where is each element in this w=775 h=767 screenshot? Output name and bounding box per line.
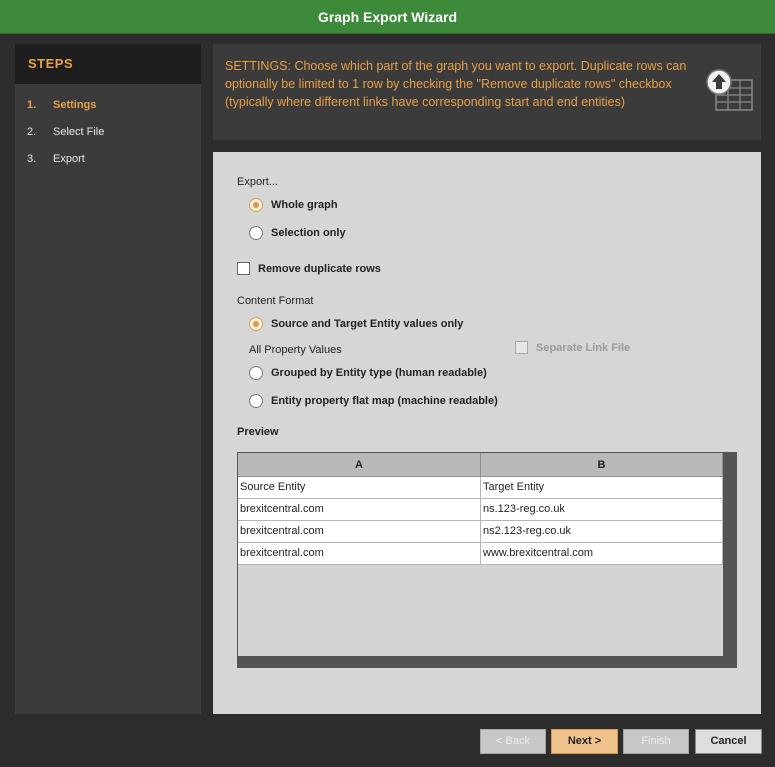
table-cell[interactable]: Source Entity bbox=[238, 477, 481, 499]
step-label: Export bbox=[53, 153, 85, 165]
all-property-values-label: All Property Values bbox=[249, 344, 342, 356]
step-number: 2. bbox=[27, 126, 37, 138]
grouped-by-type-label: Grouped by Entity type (human readable) bbox=[271, 367, 487, 379]
steps-sidebar: STEPS 1. Settings 2. Select File 3. Expo… bbox=[15, 44, 201, 714]
step-label: Settings bbox=[53, 99, 97, 111]
step-number: 3. bbox=[27, 153, 37, 165]
cancel-button[interactable]: Cancel bbox=[695, 729, 762, 754]
window-title: Graph Export Wizard bbox=[0, 0, 775, 34]
separate-link-file-label: Separate Link File bbox=[536, 341, 631, 354]
content-format-label: Content Format bbox=[237, 295, 314, 307]
table-cell[interactable]: www.brexitcentral.com bbox=[481, 543, 723, 565]
step-export: 3. Export bbox=[27, 153, 85, 165]
source-target-option[interactable]: Source and Target Entity values only bbox=[249, 317, 463, 331]
preview-table-body[interactable]: A B Source Entity Target Entity brexitce… bbox=[238, 453, 723, 656]
export-scope-label: Export... bbox=[237, 176, 278, 188]
whole-graph-radio[interactable] bbox=[249, 198, 263, 212]
step-select-file: 2. Select File bbox=[27, 126, 104, 138]
whole-graph-option[interactable]: Whole graph bbox=[249, 198, 338, 212]
steps-header: STEPS bbox=[15, 44, 201, 84]
column-header-b[interactable]: B bbox=[481, 453, 723, 477]
step-label: Select File bbox=[53, 126, 105, 138]
description-text: SETTINGS: Choose which part of the graph… bbox=[225, 59, 687, 109]
separate-link-file-option[interactable]: Separate Link File bbox=[515, 341, 630, 354]
grouped-by-type-radio[interactable] bbox=[249, 366, 263, 380]
table-cell[interactable]: ns2.123-reg.co.uk bbox=[481, 521, 723, 543]
remove-duplicates-checkbox[interactable] bbox=[237, 262, 250, 275]
table-cell[interactable]: brexitcentral.com bbox=[238, 499, 481, 521]
separate-link-file-checkbox[interactable] bbox=[515, 341, 528, 354]
remove-duplicates-option[interactable]: Remove duplicate rows bbox=[237, 262, 381, 275]
description-banner: SETTINGS: Choose which part of the graph… bbox=[213, 44, 761, 140]
step-number: 1. bbox=[27, 99, 37, 111]
grouped-by-type-option[interactable]: Grouped by Entity type (human readable) bbox=[249, 366, 487, 380]
table-cell[interactable]: brexitcentral.com bbox=[238, 543, 481, 565]
preview-label: Preview bbox=[237, 426, 279, 438]
settings-panel: Export... Whole graph Selection only Rem… bbox=[213, 152, 761, 714]
flat-map-label: Entity property flat map (machine readab… bbox=[271, 395, 498, 407]
selection-only-radio[interactable] bbox=[249, 226, 263, 240]
table-cell[interactable]: ns.123-reg.co.uk bbox=[481, 499, 723, 521]
table-cell[interactable]: brexitcentral.com bbox=[238, 521, 481, 543]
back-button[interactable]: < Back bbox=[480, 729, 546, 754]
column-header-a[interactable]: A bbox=[238, 453, 481, 477]
step-settings: 1. Settings bbox=[27, 99, 96, 111]
upload-table-icon bbox=[706, 69, 753, 111]
remove-duplicates-label: Remove duplicate rows bbox=[258, 262, 381, 275]
preview-table: A B Source Entity Target Entity brexitce… bbox=[237, 452, 737, 668]
whole-graph-label: Whole graph bbox=[271, 199, 338, 211]
source-target-radio[interactable] bbox=[249, 317, 263, 331]
table-cell[interactable]: Target Entity bbox=[481, 477, 723, 499]
selection-only-option[interactable]: Selection only bbox=[249, 226, 346, 240]
next-button[interactable]: Next > bbox=[551, 729, 618, 754]
source-target-label: Source and Target Entity values only bbox=[271, 318, 464, 330]
flat-map-option[interactable]: Entity property flat map (machine readab… bbox=[249, 394, 498, 408]
selection-only-label: Selection only bbox=[271, 227, 346, 239]
flat-map-radio[interactable] bbox=[249, 394, 263, 408]
finish-button[interactable]: Finish bbox=[623, 729, 689, 754]
